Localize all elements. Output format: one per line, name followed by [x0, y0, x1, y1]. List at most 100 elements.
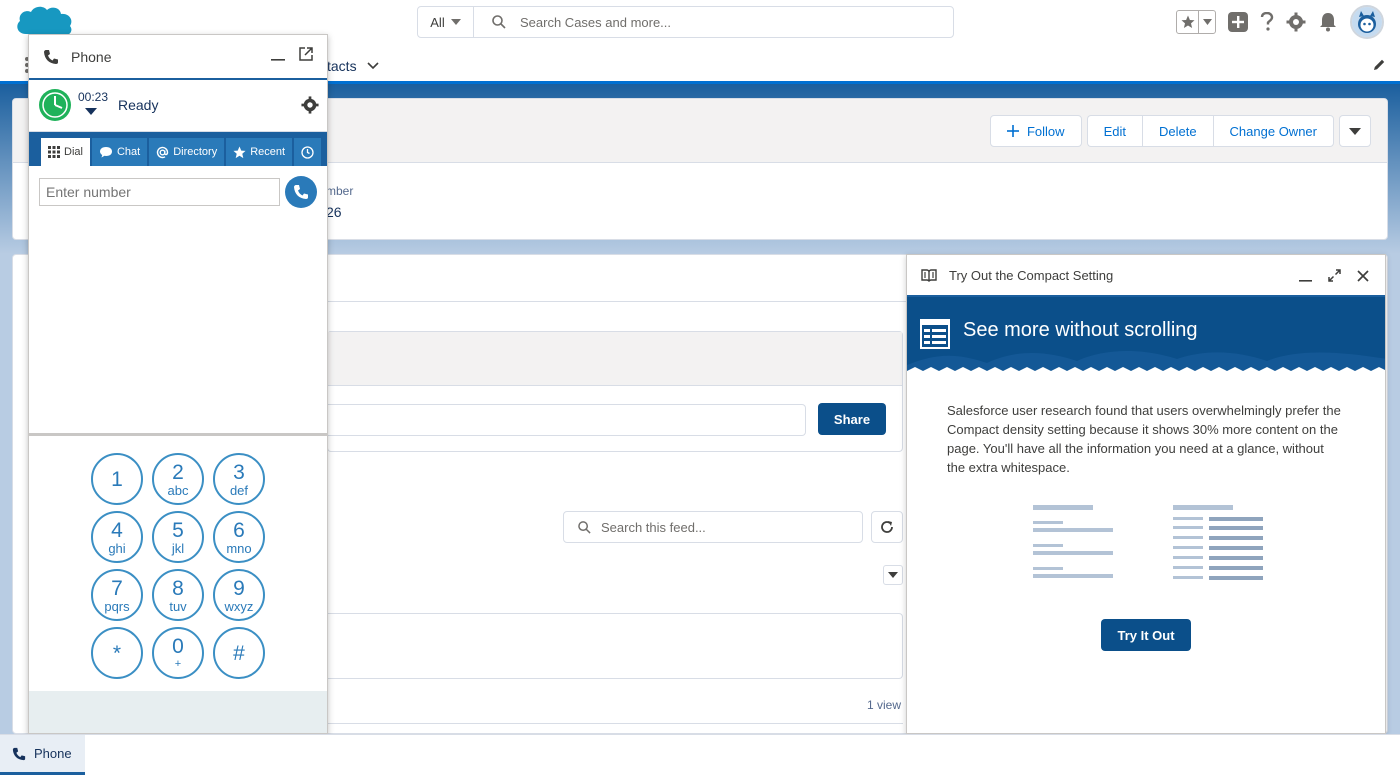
expand-icon[interactable]: [1328, 269, 1341, 282]
key-2[interactable]: 2 abc: [152, 453, 204, 505]
clock-icon: [301, 145, 314, 159]
tab-recent[interactable]: Recent: [226, 138, 293, 166]
tab-chat[interactable]: Chat: [91, 138, 148, 166]
chevron-down-icon[interactable]: [367, 62, 379, 70]
key-letters: mno: [226, 540, 252, 556]
key-digit: 1: [111, 467, 123, 491]
search-scope-dropdown[interactable]: All: [418, 7, 474, 37]
follow-button[interactable]: Follow: [989, 115, 1082, 147]
record-actions: Follow Edit Delete Change Owner: [989, 115, 1371, 147]
highlight-field-label: mber: [326, 184, 354, 198]
key-6[interactable]: 6 mno: [213, 511, 265, 563]
global-create-icon[interactable]: [1228, 12, 1248, 32]
setup-gear-icon[interactable]: [1286, 12, 1306, 32]
minimize-icon[interactable]: [271, 47, 285, 61]
agent-status[interactable]: Ready: [118, 97, 158, 113]
favorites-star-icon[interactable]: [1177, 11, 1199, 33]
share-button[interactable]: Share: [818, 403, 886, 435]
notifications-bell-icon[interactable]: [1318, 12, 1338, 32]
key-letters: +: [174, 658, 182, 670]
tab-directory[interactable]: Directory: [149, 138, 225, 166]
utility-bar: Phone: [0, 734, 1400, 775]
caret-down-icon: [1349, 127, 1361, 135]
caret-down-icon: [450, 19, 461, 25]
key-digit: 4: [111, 518, 123, 542]
minimize-icon[interactable]: [1299, 269, 1312, 282]
more-actions-button[interactable]: [1339, 115, 1371, 147]
feed-divider: [327, 723, 903, 724]
change-owner-button[interactable]: Change Owner: [1212, 115, 1334, 147]
favorites-group: [1176, 10, 1216, 34]
at-icon: [157, 146, 169, 158]
key-letters: def: [229, 482, 249, 498]
call-timer: 00:23: [78, 90, 109, 104]
key-9[interactable]: 9 wxyz: [213, 569, 265, 621]
header-actions: [1176, 5, 1384, 39]
banner-wave-decoration: [907, 351, 1385, 375]
refresh-feed-button[interactable]: [871, 511, 903, 543]
edit-nav-pencil-icon[interactable]: [1372, 58, 1386, 72]
key-digit: *: [112, 641, 122, 665]
publisher-tabs: [328, 332, 902, 386]
star-icon: [233, 145, 246, 158]
global-search: All Search Cases and more...: [417, 6, 954, 38]
search-placeholder: Search Cases and more...: [520, 14, 672, 30]
phone-panel-footer: [29, 691, 327, 733]
key-8[interactable]: 8 tuv: [152, 569, 204, 621]
compact-panel-title: Try Out the Compact Setting: [949, 267, 1114, 283]
key-digit: 8: [172, 576, 184, 600]
salesforce-cloud-logo[interactable]: [14, 4, 76, 38]
tab-more[interactable]: [294, 138, 322, 166]
key-3[interactable]: 3 def: [213, 453, 265, 505]
call-button[interactable]: [285, 176, 317, 208]
delete-button[interactable]: Delete: [1141, 115, 1213, 147]
status-dropdown-icon[interactable]: [85, 108, 97, 115]
feed-sort-dropdown[interactable]: [883, 565, 903, 585]
phone-icon: [294, 185, 308, 199]
user-avatar[interactable]: [1350, 5, 1384, 39]
feed-search-placeholder: Search this feed...: [601, 519, 706, 535]
search-icon: [578, 520, 591, 534]
phone-icon: [44, 49, 58, 64]
tab-chat-label: Chat: [116, 146, 141, 158]
key-5[interactable]: 5 jkl: [152, 511, 204, 563]
phone-settings-gear-icon[interactable]: [301, 96, 319, 114]
chatter-publisher: Share: [327, 331, 903, 452]
phone-number-input[interactable]: [39, 178, 280, 206]
favorites-dropdown-icon[interactable]: [1199, 11, 1215, 33]
key-digit: 6: [233, 518, 245, 542]
nav-item-contacts[interactable]: tacts: [327, 58, 379, 74]
compact-description: Salesforce user research found that user…: [947, 403, 1341, 475]
utility-phone-item[interactable]: Phone: [0, 735, 85, 775]
record-action-group: Edit Delete Change Owner: [1086, 115, 1334, 147]
tab-recent-label: Recent: [250, 146, 286, 158]
tab-dial[interactable]: Dial: [41, 138, 90, 166]
dial-keypad: 1 2 abc 3 def 4 ghi 5 jkl 6 mno 7 pqrs 8 tuv 9w…: [91, 453, 265, 679]
key-hash[interactable]: #: [213, 627, 265, 679]
edit-button[interactable]: Edit: [1086, 115, 1142, 147]
compact-panel-header: Try Out the Compact Setting: [907, 255, 1385, 297]
key-star[interactable]: *: [91, 627, 143, 679]
nav-item-label: tacts: [327, 58, 357, 74]
publisher-input[interactable]: [328, 404, 806, 436]
key-digit: 9: [233, 576, 245, 600]
search-icon: [492, 15, 506, 29]
key-7[interactable]: 7 pqrs: [91, 569, 143, 621]
feed-item: [327, 613, 903, 679]
tab-directory-label: Directory: [173, 146, 218, 158]
density-comparison-illustration: [1033, 505, 1263, 585]
search-input[interactable]: Search Cases and more...: [474, 7, 953, 37]
key-4[interactable]: 4 ghi: [91, 511, 143, 563]
key-0[interactable]: 0 +: [152, 627, 204, 679]
key-letters: jkl: [171, 540, 185, 556]
compact-setting-panel: Try Out the Compact Setting See more wit…: [906, 254, 1386, 734]
feed-search-input[interactable]: Search this feed...: [563, 511, 863, 543]
close-icon[interactable]: [1357, 269, 1369, 282]
pop-out-icon[interactable]: [299, 47, 313, 61]
search-scope-label: All: [430, 14, 445, 30]
try-it-out-button[interactable]: Try It Out: [1101, 619, 1191, 651]
help-icon[interactable]: [1260, 12, 1274, 32]
key-letters: wxyz: [224, 598, 254, 614]
key-1[interactable]: 1: [91, 453, 143, 505]
agent-status-row: 00:23 Ready: [29, 80, 327, 132]
